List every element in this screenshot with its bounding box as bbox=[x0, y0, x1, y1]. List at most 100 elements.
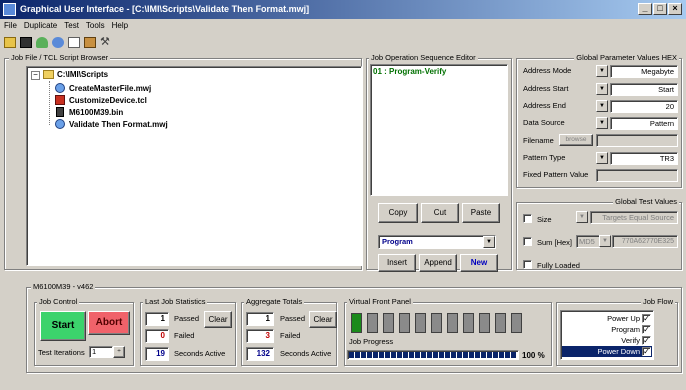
tree-item-validate-then-format[interactable]: Validate Then Format.mwj bbox=[69, 119, 168, 130]
sum-value-field[interactable]: 770A62770E325 bbox=[612, 235, 678, 248]
job-flow-checkbox[interactable]: ✓ bbox=[642, 347, 651, 356]
chevron-down-icon[interactable]: ▼ bbox=[596, 83, 608, 95]
job-file-icon bbox=[55, 119, 65, 129]
chevron-down-icon[interactable]: ▼ bbox=[596, 117, 608, 129]
job-flow-step-label: Power Up bbox=[607, 314, 640, 323]
cut-button[interactable]: Cut bbox=[421, 203, 459, 223]
size-checkbox[interactable] bbox=[523, 214, 532, 223]
tree-item-createmasterfile[interactable]: CreateMasterFile.mwj bbox=[69, 83, 151, 94]
chevron-down-icon[interactable]: ▼ bbox=[596, 65, 608, 77]
job-progress-percent: 100 % bbox=[522, 351, 545, 360]
address-mode-select[interactable]: Megabyte bbox=[610, 65, 678, 78]
last-failed-label: Failed bbox=[174, 331, 195, 340]
paste-button[interactable]: Paste bbox=[462, 203, 500, 223]
sum-algorithm-select[interactable]: MD5 bbox=[576, 235, 600, 248]
fully-loaded-checkbox[interactable] bbox=[523, 260, 532, 269]
script-tree[interactable]: − C:\IMI\Scripts CreateMasterFile.mwj Cu… bbox=[26, 66, 362, 266]
chevron-down-icon[interactable]: ▼ bbox=[596, 100, 608, 112]
job-flow-step[interactable]: Verify ✓ bbox=[562, 335, 652, 346]
tools-icon[interactable]: ⚒ bbox=[100, 37, 112, 48]
menu-tools[interactable]: Tools bbox=[86, 21, 105, 30]
tree-collapse-toggle[interactable]: − bbox=[31, 71, 40, 80]
global-test-values-title: Global Test Values bbox=[613, 197, 679, 207]
fixed-pattern-field[interactable] bbox=[596, 169, 678, 182]
start-button[interactable]: Start bbox=[40, 311, 86, 341]
chevron-down-icon[interactable]: ▼ bbox=[576, 211, 588, 223]
insert-button[interactable]: Insert bbox=[378, 254, 416, 272]
sequence-editor-title: Job Operation Sequence Editor bbox=[369, 53, 478, 63]
last-seconds-label: Seconds Active bbox=[174, 349, 226, 358]
operation-select[interactable]: Program bbox=[378, 235, 496, 249]
aggregate-clear-button[interactable]: Clear bbox=[309, 311, 337, 328]
front-panel-led bbox=[351, 313, 362, 333]
address-end-field[interactable]: 20 bbox=[610, 100, 678, 113]
sum-checkbox[interactable] bbox=[523, 237, 532, 246]
last-clear-button[interactable]: Clear bbox=[204, 311, 232, 328]
window-title: Graphical User Interface - [C:\IMI\Scrip… bbox=[20, 4, 310, 14]
open-folder-icon[interactable] bbox=[4, 37, 16, 48]
pattern-type-select[interactable]: TR3 bbox=[610, 152, 678, 165]
bin-file-icon bbox=[56, 107, 64, 117]
app-icon bbox=[3, 3, 16, 16]
data-source-label: Data Source bbox=[523, 118, 565, 127]
address-start-label: Address Start bbox=[523, 84, 569, 93]
job-flow-step[interactable]: Program ✓ bbox=[562, 324, 652, 335]
chevron-down-icon[interactable]: ▼ bbox=[596, 152, 608, 164]
aggregate-passed-label: Passed bbox=[280, 314, 306, 323]
menu-file[interactable]: File bbox=[4, 21, 17, 30]
copy-button[interactable]: Copy bbox=[378, 203, 418, 223]
size-select[interactable]: Targets Equal Source bbox=[590, 211, 678, 224]
front-panel-led bbox=[463, 313, 474, 333]
browse-button[interactable]: browse bbox=[559, 134, 593, 146]
sequence-list[interactable]: 01 : Program-Verify bbox=[370, 64, 508, 196]
job-flow-step[interactable]: Power Down ✓ bbox=[562, 346, 652, 357]
sequence-item[interactable]: 01 : Program-Verify bbox=[373, 67, 446, 76]
test-iterations-field[interactable]: 1 bbox=[89, 346, 113, 358]
menu-test[interactable]: Test bbox=[64, 21, 79, 30]
size-label: Size bbox=[537, 215, 552, 224]
iterations-spinner[interactable]: ÷ bbox=[113, 346, 125, 358]
settings-gear-icon[interactable] bbox=[84, 37, 96, 48]
new-button[interactable]: New bbox=[460, 254, 498, 272]
tree-item-customizedevice[interactable]: CustomizeDevice.tcl bbox=[69, 95, 147, 106]
job-control-title: Job Control bbox=[37, 297, 80, 307]
aggregate-seconds-value: 132 bbox=[246, 347, 274, 361]
job-flow-checkbox[interactable]: ✓ bbox=[642, 336, 651, 345]
aggregate-failed-value: 3 bbox=[246, 329, 274, 343]
save-icon[interactable] bbox=[20, 37, 32, 48]
refresh-icon[interactable] bbox=[52, 37, 64, 48]
job-flow-title: Job Flow bbox=[640, 297, 675, 307]
filename-field[interactable] bbox=[596, 134, 678, 147]
data-source-select[interactable]: Pattern bbox=[610, 117, 678, 130]
front-panel-led bbox=[383, 313, 394, 333]
job-progress-fill bbox=[349, 352, 517, 358]
job-progress-title: Job Progress bbox=[347, 337, 396, 347]
person-icon[interactable] bbox=[36, 37, 48, 48]
minimize-button[interactable]: _ bbox=[638, 3, 652, 15]
front-panel-led bbox=[495, 313, 506, 333]
chevron-down-icon[interactable]: ▼ bbox=[599, 235, 611, 247]
job-flow-list[interactable]: Power Up ✓ Program ✓ Verify ✓ Power Down ✓ bbox=[560, 310, 654, 360]
chevron-down-icon[interactable]: ▼ bbox=[483, 236, 495, 248]
job-file-icon bbox=[55, 83, 65, 93]
pattern-type-label: Pattern Type bbox=[523, 153, 566, 162]
job-flow-checkbox[interactable]: ✓ bbox=[642, 314, 651, 323]
close-button[interactable]: × bbox=[668, 3, 682, 15]
device-title: M6100M39 - v462 bbox=[31, 282, 96, 292]
document-icon[interactable] bbox=[68, 37, 80, 48]
address-start-field[interactable]: Start bbox=[610, 83, 678, 96]
job-flow-step[interactable]: Power Up ✓ bbox=[562, 313, 652, 324]
tree-root[interactable]: C:\IMI\Scripts bbox=[57, 69, 108, 80]
tree-item-m6100m39[interactable]: M6100M39.bin bbox=[69, 107, 123, 118]
job-progress-bar bbox=[347, 350, 519, 360]
job-flow-checkbox[interactable]: ✓ bbox=[642, 325, 651, 334]
menu-duplicate[interactable]: Duplicate bbox=[24, 21, 57, 30]
front-panel-led bbox=[511, 313, 522, 333]
append-button[interactable]: Append bbox=[419, 254, 457, 272]
menu-help[interactable]: Help bbox=[112, 21, 128, 30]
front-panel-led bbox=[447, 313, 458, 333]
abort-button[interactable]: Abort bbox=[88, 311, 130, 335]
aggregate-passed-value: 1 bbox=[246, 312, 274, 326]
filename-label: Filename bbox=[523, 136, 554, 145]
maximize-button[interactable]: □ bbox=[653, 3, 667, 15]
